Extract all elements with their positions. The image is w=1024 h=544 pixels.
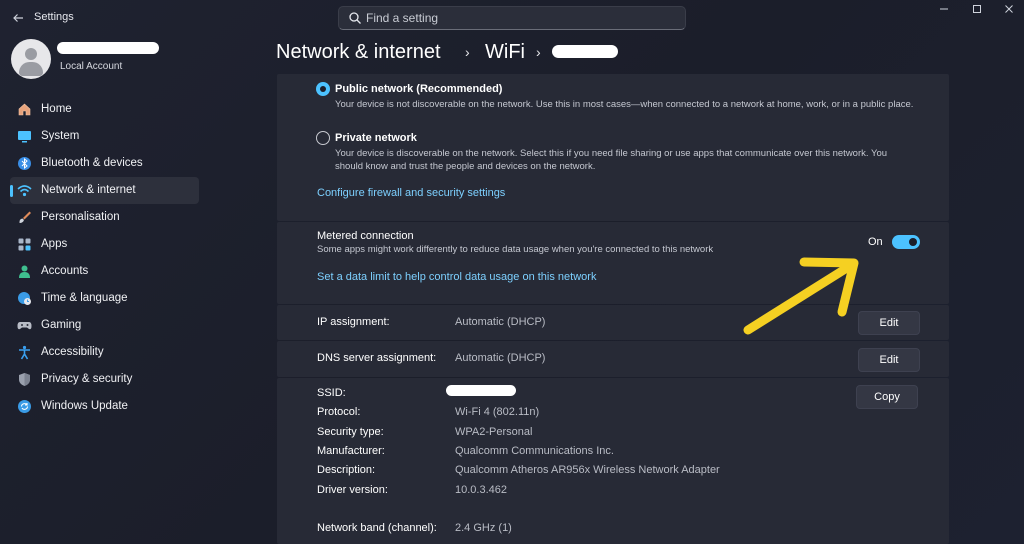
sidebar-item-time-language[interactable]: Time & language <box>10 285 199 312</box>
avatar-head <box>25 48 37 60</box>
home-icon <box>18 103 31 116</box>
property-label: SSID: <box>317 387 346 399</box>
wifi-icon <box>17 185 32 197</box>
public-network-title: Public network (Recommended) <box>335 83 503 95</box>
property-label: Description: <box>317 464 376 476</box>
toggle-knob <box>909 238 917 246</box>
accessibility-icon <box>19 345 30 360</box>
property-value: Wi-Fi 4 (802.11n) <box>455 406 540 418</box>
accounts-icon <box>19 265 30 278</box>
app-title: Settings <box>34 11 74 23</box>
brush-icon <box>19 211 31 223</box>
property-label: Driver version: <box>317 484 388 496</box>
public-network-radio[interactable] <box>316 82 330 96</box>
bluetooth-icon <box>18 157 31 170</box>
sidebar-item-apps[interactable]: Apps <box>10 231 199 258</box>
metered-connection-title: Metered connection <box>317 230 414 242</box>
copy-properties-button[interactable]: Copy <box>856 385 918 409</box>
annotation-arrow-icon <box>743 257 859 335</box>
title-bar: Settings <box>0 0 1024 36</box>
search-box[interactable] <box>338 6 686 30</box>
search-input[interactable] <box>366 9 666 27</box>
data-limit-link[interactable]: Set a data limit to help control data us… <box>317 271 596 283</box>
sidebar-item-network[interactable]: Network & internet <box>10 177 199 204</box>
metered-connection-toggle[interactable] <box>892 235 920 249</box>
settings-window: Settings Local Account <box>0 0 1024 544</box>
dns-assignment-panel: DNS server assignment: Automatic (DHCP) … <box>277 341 949 377</box>
redacted-network-name <box>552 45 618 58</box>
metered-toggle-state: On <box>868 236 883 248</box>
breadcrumb-separator: › <box>465 44 470 60</box>
property-value: 2.4 GHz (1) <box>455 522 512 534</box>
user-profile[interactable]: Local Account <box>11 39 201 79</box>
property-value: Qualcomm Atheros AR956x Wireless Network… <box>455 464 720 476</box>
sidebar-item-label: Time & language <box>41 292 128 304</box>
minimize-icon <box>940 8 948 10</box>
dns-assignment-label: DNS server assignment: <box>317 352 437 364</box>
sidebar-item-label: Accessibility <box>41 346 104 358</box>
minimize-button[interactable] <box>934 4 954 18</box>
sidebar-nav: Home System Bluetooth & devices Network … <box>10 96 200 420</box>
redacted-username <box>57 42 159 54</box>
apps-icon <box>18 238 31 251</box>
sidebar-item-label: Privacy & security <box>41 373 133 385</box>
dns-edit-button[interactable]: Edit <box>858 348 920 372</box>
sidebar-item-label: Personalisation <box>41 211 120 223</box>
sidebar-item-accessibility[interactable]: Accessibility <box>10 339 199 366</box>
ip-assignment-label: IP assignment: <box>317 316 390 328</box>
property-value: WPA2-Personal <box>455 426 533 438</box>
sidebar-item-privacy-security[interactable]: Privacy & security <box>10 366 199 393</box>
firewall-settings-link[interactable]: Configure firewall and security settings <box>317 187 505 199</box>
globe-clock-icon <box>18 292 31 305</box>
property-label: Security type: <box>317 426 384 438</box>
network-profile-panel: Public network (Recommended) Your device… <box>277 74 949 221</box>
sidebar-item-windows-update[interactable]: Windows Update <box>10 393 199 420</box>
private-network-radio[interactable] <box>316 131 330 145</box>
network-properties-panel: SSID: Copy Protocol: Wi-Fi 4 (802.11n) S… <box>277 378 949 544</box>
property-value: Qualcomm Communications Inc. <box>455 445 614 457</box>
sidebar-item-label: Network & internet <box>41 184 136 196</box>
account-type: Local Account <box>60 61 123 72</box>
property-value: 10.0.3.462 <box>455 484 507 496</box>
redacted-ssid <box>446 385 516 396</box>
gamepad-icon <box>17 322 32 330</box>
shield-icon <box>19 373 30 386</box>
private-network-description: Your device is discoverable on the netwo… <box>335 148 888 172</box>
avatar <box>11 39 51 79</box>
public-network-description: Your device is not discoverable on the n… <box>335 99 914 110</box>
private-network-title: Private network <box>335 132 417 144</box>
breadcrumb-network-internet[interactable]: Network & internet <box>276 41 441 64</box>
close-icon <box>1005 5 1013 13</box>
sidebar-item-label: System <box>41 130 80 142</box>
back-arrow-icon <box>13 14 23 22</box>
sidebar-item-label: Bluetooth & devices <box>41 157 143 169</box>
dns-assignment-value: Automatic (DHCP) <box>455 352 546 364</box>
system-icon <box>18 131 31 143</box>
sidebar-item-label: Windows Update <box>41 400 128 412</box>
close-button[interactable] <box>999 4 1019 18</box>
sidebar-item-label: Home <box>41 103 72 115</box>
property-label: Network band (channel): <box>317 522 437 534</box>
sidebar-item-gaming[interactable]: Gaming <box>10 312 199 339</box>
search-icon <box>349 12 361 24</box>
sidebar-item-system[interactable]: System <box>10 123 199 150</box>
ip-assignment-value: Automatic (DHCP) <box>455 316 546 328</box>
avatar-body <box>19 62 43 76</box>
sidebar-item-home[interactable]: Home <box>10 96 199 123</box>
metered-connection-description: Some apps might work differently to redu… <box>317 244 714 255</box>
sidebar-item-label: Apps <box>41 238 68 250</box>
maximize-icon <box>973 5 981 13</box>
property-label: Protocol: <box>317 406 361 418</box>
maximize-button[interactable] <box>967 4 987 18</box>
sidebar-item-label: Gaming <box>41 319 82 331</box>
sidebar-item-bluetooth[interactable]: Bluetooth & devices <box>10 150 199 177</box>
back-button[interactable] <box>8 8 28 28</box>
sidebar-item-accounts[interactable]: Accounts <box>10 258 199 285</box>
breadcrumb-separator: › <box>536 44 541 60</box>
property-label: Manufacturer: <box>317 445 385 457</box>
sidebar-item-label: Accounts <box>41 265 89 277</box>
sidebar-item-personalisation[interactable]: Personalisation <box>10 204 199 231</box>
update-icon <box>18 400 31 413</box>
breadcrumb-wifi[interactable]: WiFi <box>485 41 525 64</box>
